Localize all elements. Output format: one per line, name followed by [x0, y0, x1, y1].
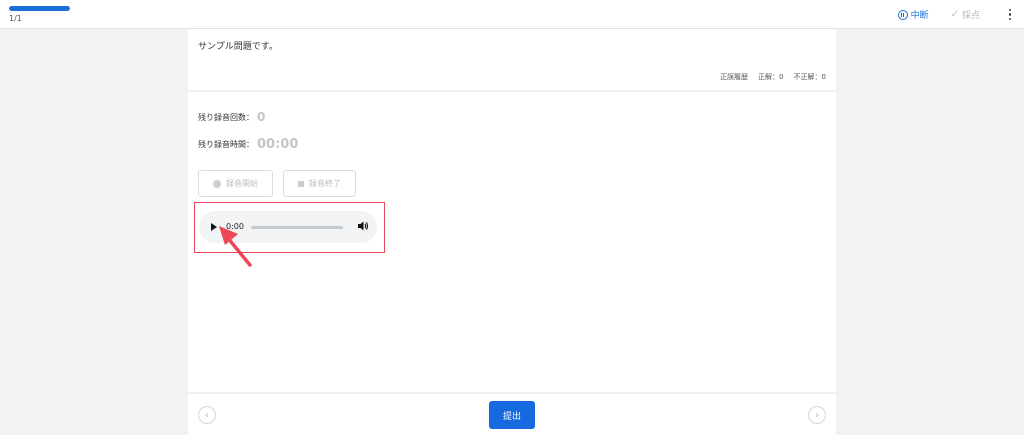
check-icon: ✓: [950, 9, 959, 20]
answer-stats: 正誤履歴 正解：0 不正解：0: [720, 72, 826, 82]
play-icon[interactable]: [211, 223, 217, 231]
audio-player[interactable]: 0:00: [199, 211, 377, 243]
question-card: サンプル問題です。 正誤履歴 正解：0 不正解：0: [188, 29, 836, 90]
answer-card: 残り録音回数： 0 残り録音時間： 00:00 録音開始 録音終了 0:00: [188, 92, 836, 392]
correct-count: 正解：0: [758, 73, 784, 81]
remaining-count-row: 残り録音回数： 0: [198, 110, 265, 124]
record-stop-label: 録音終了: [309, 179, 341, 188]
incorrect-count: 不正解：0: [793, 73, 826, 81]
record-dot-icon: [213, 179, 221, 188]
page-count: 1/1: [9, 14, 22, 23]
remaining-count-value: 0: [257, 110, 266, 124]
question-text: サンプル問題です。: [198, 42, 278, 52]
bottom-bar: ‹ 提出 ›: [188, 393, 836, 435]
top-actions: 中断 ✓ 採点: [897, 0, 1024, 29]
stop-square-icon: [298, 180, 304, 187]
grade-button[interactable]: ✓ 採点: [951, 8, 980, 21]
record-start-label: 録音開始: [226, 179, 258, 188]
pause-icon: [897, 9, 908, 20]
record-start-button[interactable]: 録音開始: [198, 170, 273, 197]
more-vert-icon[interactable]: [1004, 8, 1016, 22]
remaining-count-label: 残り録音回数：: [198, 112, 254, 122]
submit-button[interactable]: 提出: [489, 401, 535, 429]
pause-button[interactable]: 中断: [897, 8, 929, 21]
grade-label: 採点: [961, 11, 980, 21]
remaining-time-row: 残り録音時間： 00:00: [198, 137, 298, 152]
pause-label: 中断: [910, 11, 929, 21]
history-link[interactable]: 正誤履歴: [720, 72, 748, 82]
volume-icon[interactable]: [357, 220, 369, 232]
audio-seek-bar[interactable]: [251, 226, 343, 229]
audio-current-time: 0:00: [226, 222, 244, 231]
progress-fill: [9, 6, 70, 11]
next-button[interactable]: ›: [808, 406, 826, 424]
chevron-right-icon: ›: [815, 409, 819, 421]
record-stop-button[interactable]: 録音終了: [283, 170, 356, 197]
prev-button[interactable]: ‹: [198, 406, 216, 424]
progress-bar: [9, 6, 70, 11]
remaining-time-label: 残り録音時間：: [198, 140, 254, 149]
top-bar: 1/1 中断 ✓ 採点: [0, 0, 1024, 29]
remaining-time-value: 00:00: [257, 137, 299, 152]
chevron-left-icon: ‹: [205, 409, 209, 421]
